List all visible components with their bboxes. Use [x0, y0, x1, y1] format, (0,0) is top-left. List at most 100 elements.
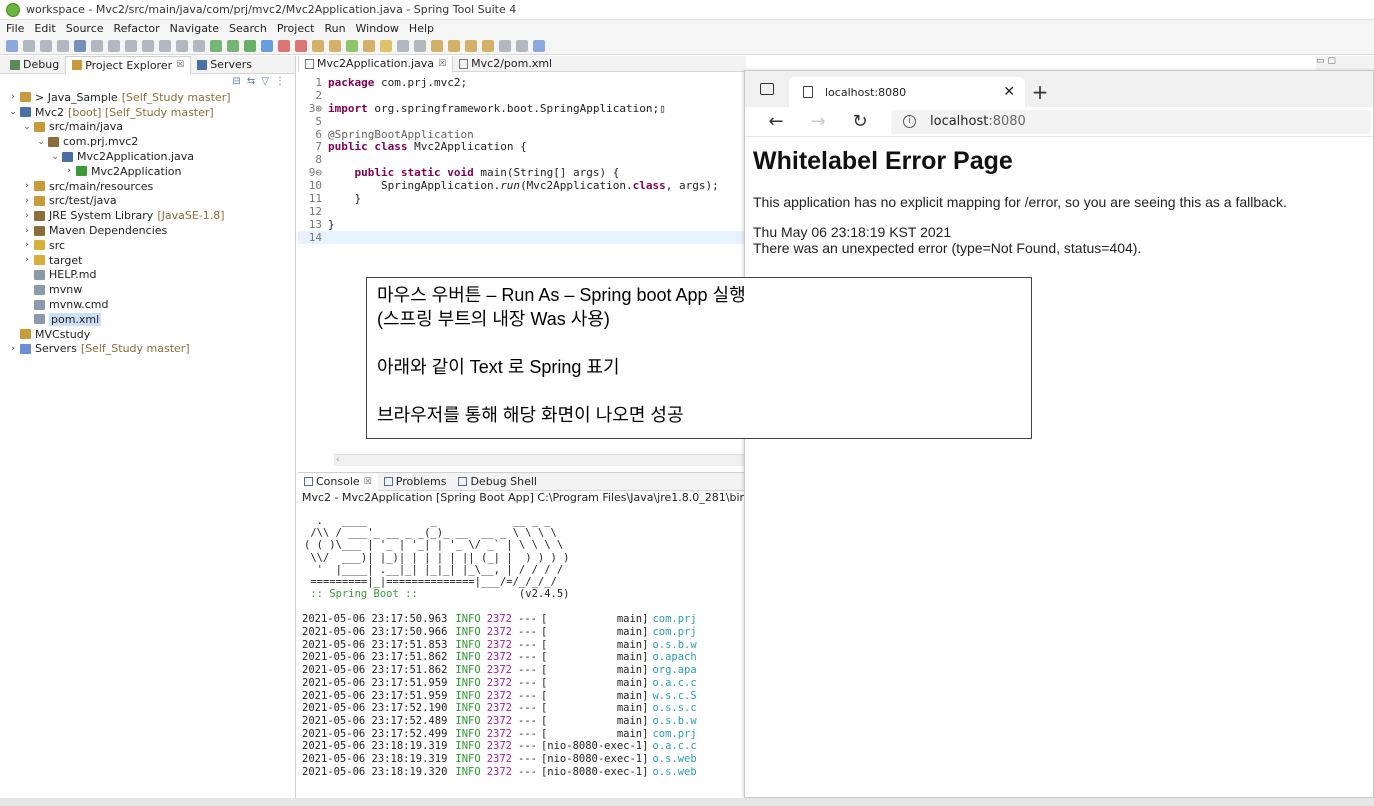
toolbar-icon-2[interactable] — [23, 39, 35, 52]
toolbar-icon-23[interactable] — [380, 39, 392, 52]
close-tab-icon[interactable]: ☒ — [176, 60, 184, 70]
expand-arrow-icon[interactable]: ⌄ — [36, 137, 46, 147]
collapse-arrow-icon[interactable]: › — [22, 211, 32, 221]
toolbar-icon-3[interactable] — [40, 39, 52, 52]
link-editor-icon[interactable]: ⇆ — [247, 76, 255, 87]
tree-item[interactable]: mvnw.cmd — [0, 297, 295, 312]
tree-item[interactable]: › Mvc2Application — [0, 164, 295, 179]
collapse-arrow-icon[interactable]: › — [8, 92, 18, 102]
collapse-all-icon[interactable]: ⊟ — [233, 76, 241, 87]
toolbar-icon-21[interactable] — [346, 39, 358, 52]
toolbar-icon-11[interactable] — [176, 39, 188, 52]
close-tab-icon[interactable]: ☒ — [438, 59, 446, 69]
toolbar-icon-5[interactable] — [74, 39, 86, 52]
toolbar-icon-28[interactable] — [465, 39, 477, 52]
collapse-arrow-icon[interactable]: › — [22, 255, 32, 265]
menu-window[interactable]: Window — [356, 22, 399, 35]
tab-servers[interactable]: Servers — [191, 56, 258, 74]
toolbar-icon-32[interactable] — [533, 39, 545, 52]
toolbar-icon-13[interactable] — [210, 39, 222, 52]
tree-item[interactable]: ⌄ Mvc2 [boot] [Self_Study master] — [0, 105, 295, 120]
collapse-arrow-icon[interactable]: › — [64, 166, 74, 176]
console-tab-console[interactable]: Console ☒ — [298, 473, 378, 491]
toolbar-icon-9[interactable] — [142, 39, 154, 52]
collapse-arrow-icon[interactable]: › — [8, 344, 18, 354]
toolbar-icon-18[interactable] — [295, 39, 307, 52]
console-tab-problems[interactable]: Problems — [378, 473, 453, 491]
tree-item[interactable]: HELP.md — [0, 268, 295, 283]
menu-source[interactable]: Source — [66, 22, 104, 35]
refresh-button[interactable]: ↻ — [845, 111, 875, 132]
forward-button[interactable]: → — [803, 111, 833, 132]
toolbar-icon-14[interactable] — [227, 39, 239, 52]
menu-help[interactable]: Help — [409, 22, 434, 35]
menu-project[interactable]: Project — [277, 22, 315, 35]
new-tab-button[interactable]: + — [1025, 77, 1055, 107]
menu-run[interactable]: Run — [324, 22, 345, 35]
maximize-icon[interactable]: ▢ — [1327, 56, 1336, 66]
collapse-arrow-icon[interactable]: › — [22, 196, 32, 206]
tree-item[interactable]: › target — [0, 253, 295, 268]
toolbar-icon-22[interactable] — [363, 39, 375, 52]
toolbar-icon-19[interactable] — [312, 39, 324, 52]
tree-item[interactable]: MVCstudy — [0, 327, 295, 342]
collapse-arrow-icon[interactable]: › — [22, 240, 32, 250]
expand-arrow-icon[interactable]: ⌄ — [8, 107, 18, 117]
close-tab-icon[interactable]: ☒ — [364, 477, 372, 487]
tree-item[interactable]: ⌄ Mvc2Application.java — [0, 149, 295, 164]
filter-icon[interactable]: ▽ — [261, 76, 269, 87]
expand-arrow-icon[interactable]: ⌄ — [50, 152, 60, 162]
tree-item[interactable]: › Servers [Self_Study master] — [0, 342, 295, 357]
tree-item[interactable]: pom.xml — [0, 312, 295, 327]
tree-item[interactable]: mvnw — [0, 282, 295, 297]
toolbar-icon-10[interactable] — [159, 39, 171, 52]
collapse-arrow-icon[interactable]: › — [22, 181, 32, 191]
menu-refactor[interactable]: Refactor — [114, 22, 160, 35]
site-info-icon[interactable]: i — [903, 115, 916, 128]
toolbar-icon-26[interactable] — [431, 39, 443, 52]
toolbar-icon-6[interactable] — [91, 39, 103, 52]
toolbar-icon-25[interactable] — [414, 39, 426, 52]
toolbar-icon-4[interactable] — [57, 39, 69, 52]
toolbar-icon-7[interactable] — [108, 39, 120, 52]
tree-item[interactable]: › JRE System Library [JavaSE-1.8] — [0, 208, 295, 223]
toolbar-icon-30[interactable] — [499, 39, 511, 52]
toolbar-icon-16[interactable] — [261, 39, 273, 52]
toolbar-icon-31[interactable] — [516, 39, 528, 52]
menu-file[interactable]: File — [6, 22, 24, 35]
console-tab-debug-shell[interactable]: Debug Shell — [452, 473, 543, 491]
tab-actions-button[interactable] — [745, 71, 789, 107]
tree-item[interactable]: › > Java_Sample [Self_Study master] — [0, 90, 295, 105]
horizontal-scrollbar[interactable]: ‹ — [334, 454, 746, 466]
tree-item[interactable]: ⌄ src/main/java — [0, 120, 295, 135]
collapse-arrow-icon[interactable]: › — [22, 226, 32, 236]
toolbar-icon-8[interactable] — [125, 39, 137, 52]
tree-item[interactable]: › src/test/java — [0, 194, 295, 209]
toolbar-icon-24[interactable] — [397, 39, 409, 52]
menu-navigate[interactable]: Navigate — [170, 22, 219, 35]
browser-tab[interactable]: localhost:8080 ✕ — [789, 77, 1025, 107]
editor-tab-1[interactable]: Mvc2Application.java ☒ — [298, 55, 454, 72]
minimize-icon[interactable]: ▭ — [1316, 56, 1325, 66]
toolbar-icon-15[interactable] — [244, 39, 256, 52]
editor-tab-2[interactable]: Mvc2/pom.xml — [453, 56, 558, 72]
tree-item[interactable]: › src/main/resources — [0, 179, 295, 194]
expand-arrow-icon[interactable]: ⌄ — [22, 122, 32, 132]
address-bar[interactable]: i localhost:8080 — [891, 109, 1371, 134]
tree-item[interactable]: › Maven Dependencies — [0, 223, 295, 238]
view-menu-icon[interactable]: ⋮ — [275, 76, 285, 87]
toolbar-icon-27[interactable] — [448, 39, 460, 52]
menu-search[interactable]: Search — [229, 22, 267, 35]
toolbar-icon-12[interactable] — [193, 39, 205, 52]
tree-item[interactable]: ⌄ com.prj.mvc2 — [0, 134, 295, 149]
tree-item[interactable]: › src — [0, 238, 295, 253]
menu-edit[interactable]: Edit — [34, 22, 55, 35]
tab-debug[interactable]: Debug — [4, 56, 65, 74]
close-tab-icon[interactable]: ✕ — [1003, 84, 1015, 100]
toolbar-icon-17[interactable] — [278, 39, 290, 52]
toolbar-icon-20[interactable] — [329, 39, 341, 52]
tab-project-explorer[interactable]: Project Explorer ☒ — [65, 55, 192, 74]
back-button[interactable]: ← — [761, 111, 791, 132]
toolbar-icon-29[interactable] — [482, 39, 494, 52]
toolbar-icon-1[interactable] — [6, 39, 18, 52]
